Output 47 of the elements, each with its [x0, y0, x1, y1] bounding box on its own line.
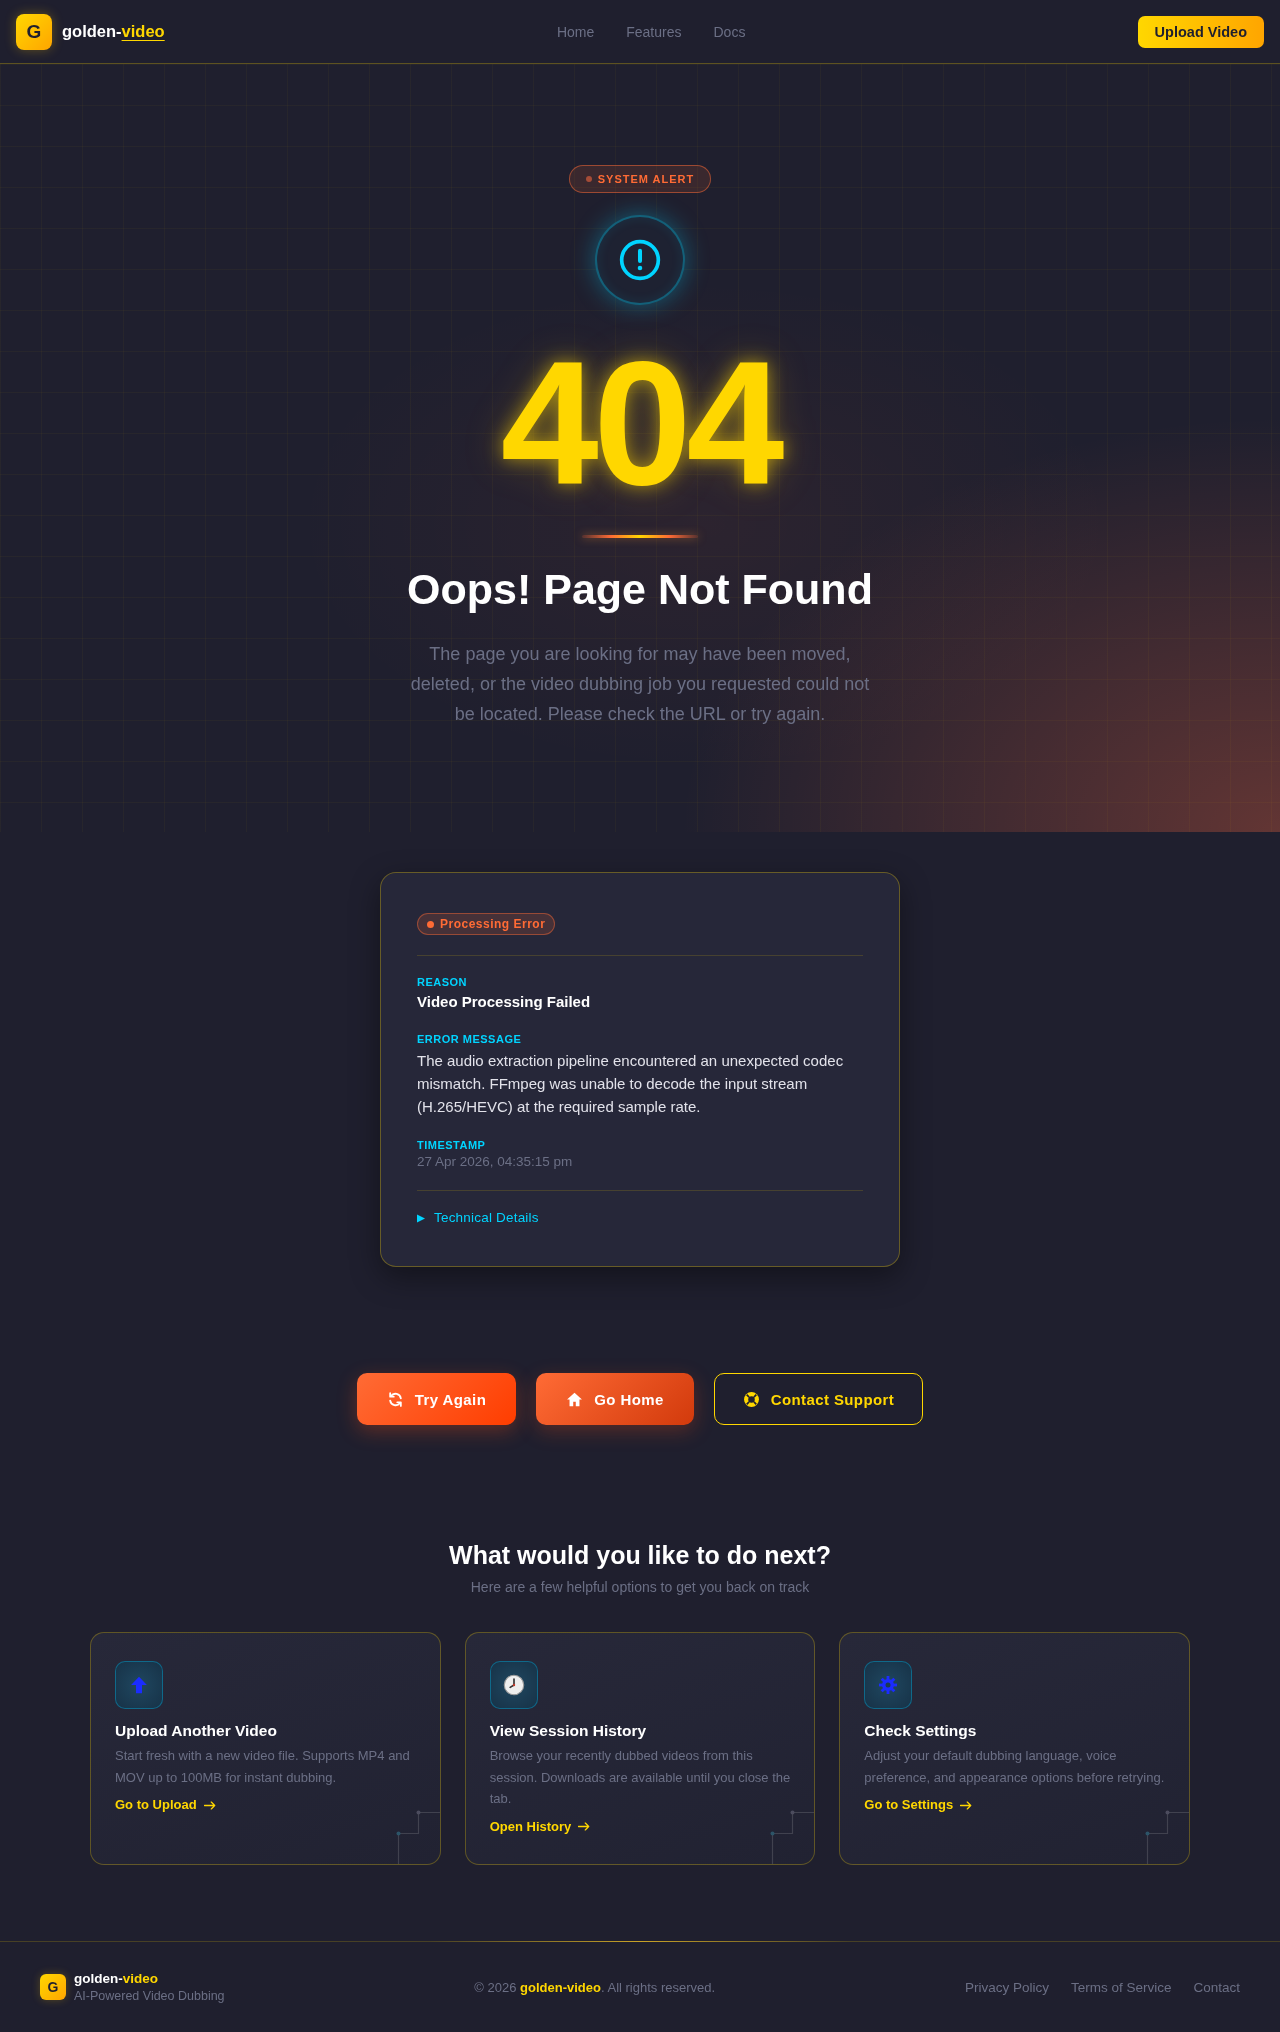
lifebuoy-icon	[742, 1390, 760, 1408]
logo[interactable]: G	[40, 1974, 66, 2000]
card-title: Check Settings	[864, 1721, 977, 1741]
support-button[interactable]: Contact Support	[713, 1373, 924, 1425]
card-title: View Session History	[489, 1721, 647, 1741]
card-description: Adjust your default dubbing language, voice preference, and appearance options before retrying.	[864, 1747, 1165, 1787]
details-toggle[interactable]: Technical Details	[417, 1209, 539, 1227]
field-label: ERROR MESSAGE	[417, 1032, 523, 1046]
card-link[interactable]: Go to Upload	[115, 1796, 216, 1814]
brand-name: golden-video	[62, 22, 165, 41]
error-message: The audio extraction pipeline encountered an unexpected codec mismatch. FFmpeg was unable to decode the input stream (H.265/HEVC) at the required sample rate.	[417, 1051, 845, 1117]
circuit-drawing	[1145, 1809, 1189, 1864]
field-label: REASON	[417, 975, 469, 989]
section-title: What would you like to do next?	[449, 1540, 831, 1571]
circuit-drawing	[770, 1809, 815, 1864]
logo[interactable]: G	[16, 13, 52, 50]
badge-text: Processing Error	[440, 917, 546, 931]
hero-description: The page you are looking for may have been moved, deleted, or the video dubbing job you requested could not be located. Please check the URL or try again.	[409, 643, 871, 726]
card-link[interactable]: Open History	[489, 1817, 591, 1836]
section-subtitle: Here are a few helpful options to get you back on track	[470, 1578, 810, 1597]
card-description: Browse your recently dubbed videos from this session. Downloads are available until you close the tab.	[489, 1747, 791, 1808]
error-code: 404	[500, 335, 780, 511]
circuit-drawing	[395, 1809, 440, 1864]
brand-name: golden-video	[74, 1969, 159, 1988]
card-description: Start fresh with a new video file. Supports MP4 and MOV up to 100MB for instant dubbing.	[115, 1747, 411, 1787]
upload-button[interactable]: Upload Video	[1137, 15, 1264, 48]
card-link[interactable]: Go to Settings	[864, 1796, 973, 1814]
field-label: TIMESTAMP	[417, 1138, 487, 1152]
upload-icon	[115, 1661, 163, 1709]
tagline: AI-Powered Video Dubbing	[74, 1987, 225, 2005]
home-icon	[566, 1390, 584, 1408]
card-title: Upload Another Video	[115, 1721, 277, 1741]
badge-text: SYSTEM ALERT	[597, 173, 695, 185]
home-button[interactable]: Go Home	[536, 1373, 694, 1425]
refresh-icon	[386, 1390, 404, 1408]
gear-icon	[864, 1661, 913, 1709]
reason-text: Video Processing Failed	[417, 992, 592, 1012]
arrow-right-icon	[578, 1822, 591, 1831]
alert-icon	[595, 215, 685, 305]
copyright-text: © 2026 golden-video. All rights reserved.	[474, 1979, 716, 1995]
timestamp-text: 27 Apr 2026, 04:35:15 pm	[417, 1153, 574, 1171]
clock-icon	[489, 1661, 538, 1709]
arrow-right-icon	[960, 1800, 973, 1810]
page-title: Oops! Page Not Found	[407, 564, 873, 615]
status-dot-icon	[585, 176, 592, 182]
arrow-right-icon	[203, 1800, 216, 1810]
status-dot-icon	[427, 920, 434, 928]
